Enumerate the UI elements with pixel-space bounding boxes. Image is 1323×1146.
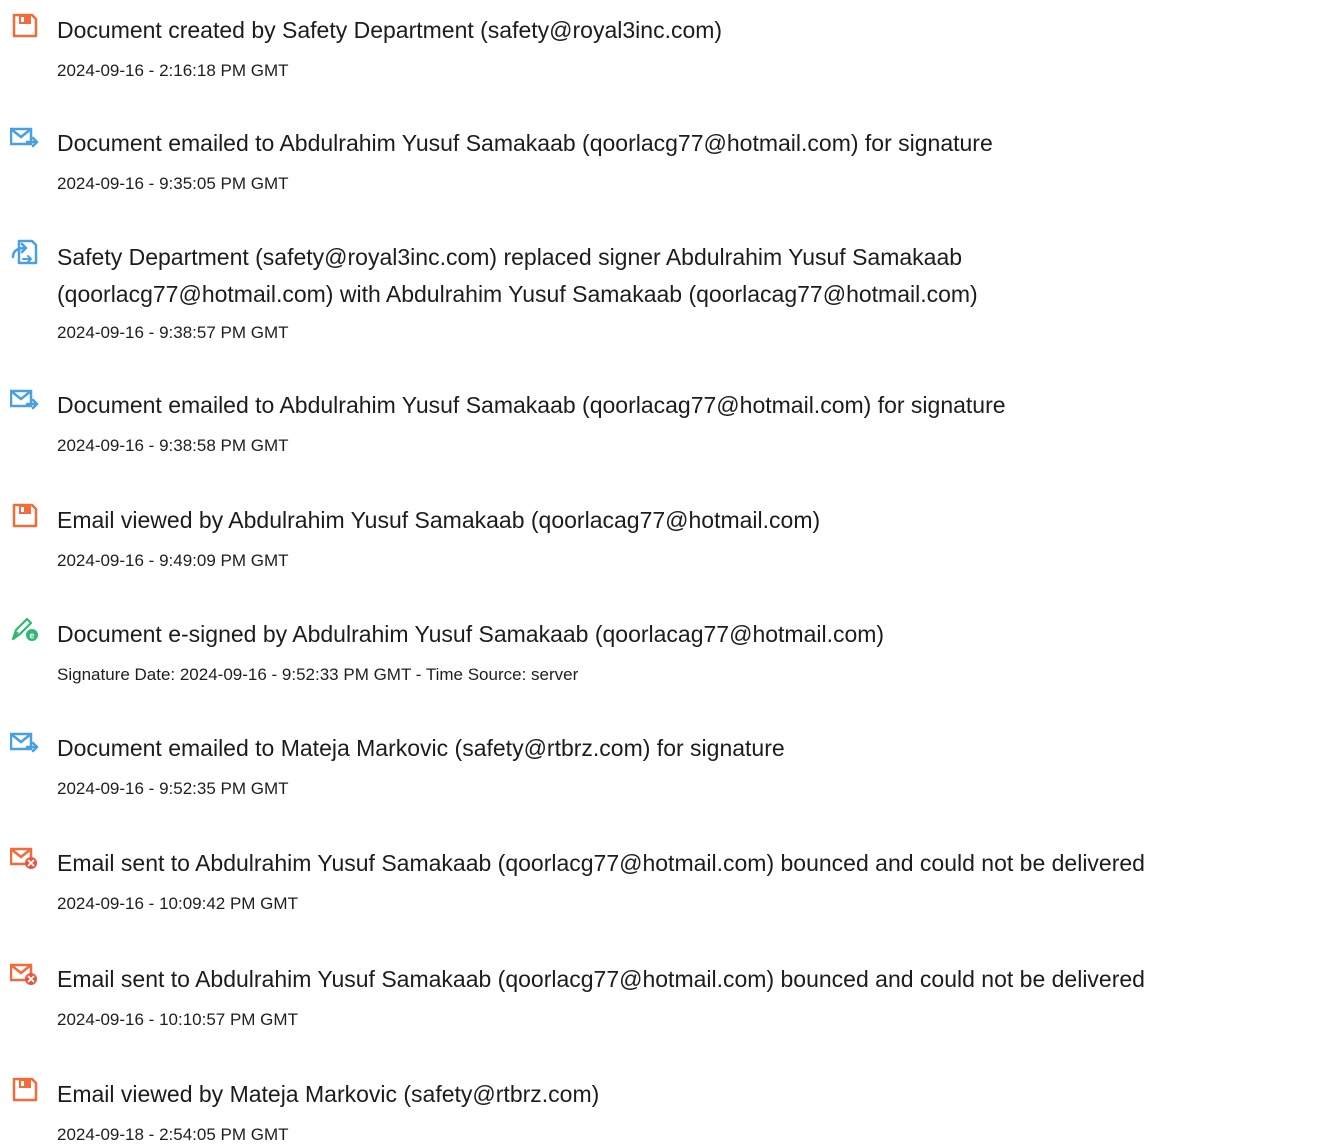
email-bounced-icon (10, 845, 40, 871)
signer-replaced-icon (10, 239, 40, 265)
event-title: Email sent to Abdulrahim Yusuf Samakaab … (57, 966, 1145, 992)
email-bounced-icon (10, 961, 40, 987)
event-title: Email viewed by Mateja Markovic (safety@… (57, 1081, 600, 1107)
event-timestamp: 2024-09-16 - 2:16:18 PM GMT (57, 61, 289, 80)
email-sent-icon (10, 125, 40, 151)
event-title: Document created by Safety Department (s… (57, 17, 723, 43)
document-created-icon (10, 12, 40, 38)
event-title: Document emailed to Abdulrahim Yusuf Sam… (57, 130, 993, 156)
event-timestamp: 2024-09-16 - 9:35:05 PM GMT (57, 174, 289, 193)
email-sent-icon (10, 387, 40, 413)
event-timestamp: Signature Date: 2024-09-16 - 9:52:33 PM … (57, 665, 579, 684)
event-timestamp: 2024-09-16 - 10:10:57 PM GMT (57, 1010, 298, 1029)
event-title: Document emailed to Mateja Markovic (saf… (57, 735, 785, 761)
email-viewed-icon (10, 502, 40, 528)
event-title: Document emailed to Abdulrahim Yusuf Sam… (57, 392, 1006, 418)
e-signed-icon: e (10, 616, 40, 642)
email-sent-icon (10, 730, 40, 756)
event-timestamp: 2024-09-18 - 2:54:05 PM GMT (57, 1125, 289, 1144)
event-timestamp: 2024-09-16 - 9:52:35 PM GMT (57, 779, 289, 798)
event-title: Safety Department (safety@royal3inc.com)… (57, 244, 978, 307)
svg-text:e: e (29, 631, 34, 641)
event-timestamp: 2024-09-16 - 9:38:57 PM GMT (57, 323, 289, 342)
event-title: Document e-signed by Abdulrahim Yusuf Sa… (57, 621, 885, 647)
event-title: Email sent to Abdulrahim Yusuf Samakaab … (57, 850, 1145, 876)
event-timestamp: 2024-09-16 - 9:49:09 PM GMT (57, 551, 289, 570)
event-title: Email viewed by Abdulrahim Yusuf Samakaa… (57, 507, 821, 533)
event-timestamp: 2024-09-16 - 10:09:42 PM GMT (57, 894, 298, 913)
event-timestamp: 2024-09-16 - 9:38:58 PM GMT (57, 436, 289, 455)
email-viewed-icon (10, 1076, 40, 1102)
